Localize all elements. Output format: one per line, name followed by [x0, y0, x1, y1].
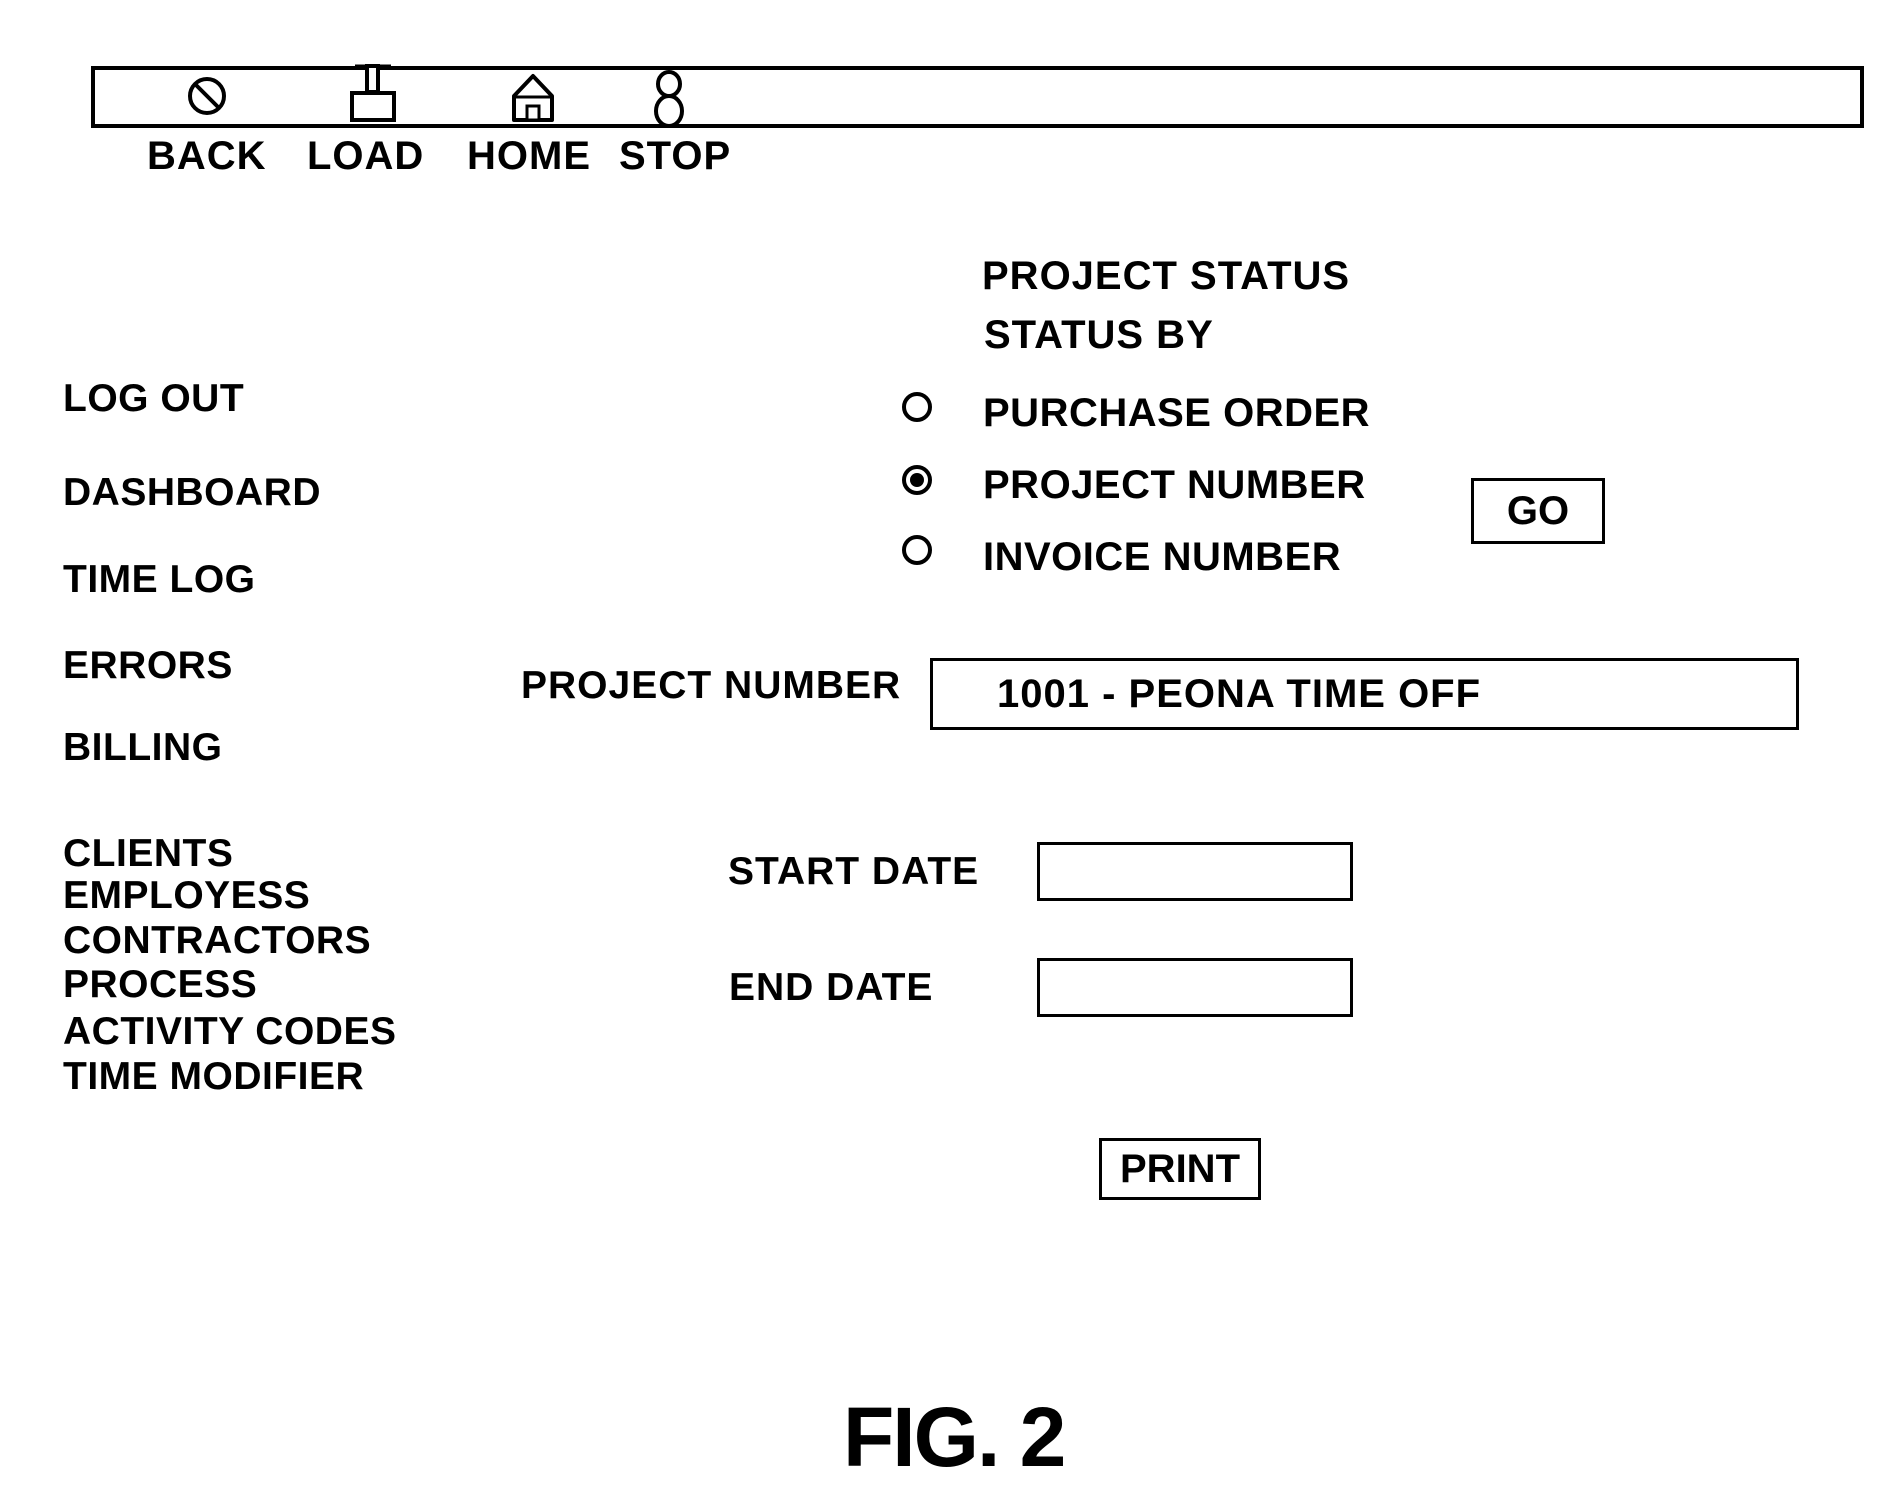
start-date-label: START DATE: [728, 850, 980, 893]
load-icon[interactable]: [347, 62, 399, 126]
sidebar-item-activity-codes[interactable]: ACTIVITY CODES: [63, 1012, 397, 1051]
radio-purchase-order[interactable]: [902, 392, 932, 422]
sidebar-item-process[interactable]: PROCESS: [63, 965, 257, 1004]
end-date-label: END DATE: [729, 966, 934, 1009]
stop-icon[interactable]: [643, 68, 695, 130]
print-button[interactable]: PRINT: [1099, 1138, 1261, 1200]
stop-button[interactable]: STOP: [619, 136, 731, 176]
radio-label-invoice-number[interactable]: INVOICE NUMBER: [983, 537, 1341, 577]
project-number-field[interactable]: [930, 658, 1799, 730]
sidebar-item-errors[interactable]: ERRORS: [63, 646, 233, 685]
sidebar-item-contractors[interactable]: CONTRACTORS: [63, 921, 371, 960]
radio-label-project-number[interactable]: PROJECT NUMBER: [983, 465, 1366, 505]
go-button[interactable]: GO: [1471, 478, 1605, 544]
end-date-field[interactable]: [1037, 958, 1353, 1017]
sidebar-item-dashboard[interactable]: DASHBOARD: [63, 473, 321, 512]
start-date-field[interactable]: [1037, 842, 1353, 901]
back-button[interactable]: BACK: [147, 136, 267, 176]
page-title: PROJECT STATUS: [982, 254, 1351, 298]
radio-label-purchase-order[interactable]: PURCHASE ORDER: [983, 393, 1370, 433]
project-number-label: PROJECT NUMBER: [521, 664, 902, 707]
home-icon[interactable]: [507, 70, 559, 126]
radio-selected-dot: [910, 473, 924, 487]
radio-project-number[interactable]: [902, 465, 932, 495]
sidebar-item-clients[interactable]: CLIENTS: [63, 834, 233, 873]
sidebar-item-employess[interactable]: EMPLOYESS: [63, 876, 310, 915]
sidebar-item-billing[interactable]: BILLING: [63, 728, 222, 767]
figure-caption: FIG. 2: [843, 1390, 1066, 1484]
load-button[interactable]: LOAD: [307, 136, 424, 176]
back-icon[interactable]: [181, 68, 233, 124]
status-by-label: STATUS BY: [984, 313, 1214, 357]
sidebar-item-time-modifier[interactable]: TIME MODIFIER: [63, 1057, 364, 1096]
radio-invoice-number[interactable]: [902, 535, 932, 565]
sidebar-item-log-out[interactable]: LOG OUT: [63, 379, 244, 418]
sidebar-item-time-log[interactable]: TIME LOG: [63, 560, 256, 599]
home-button[interactable]: HOME: [467, 136, 591, 176]
